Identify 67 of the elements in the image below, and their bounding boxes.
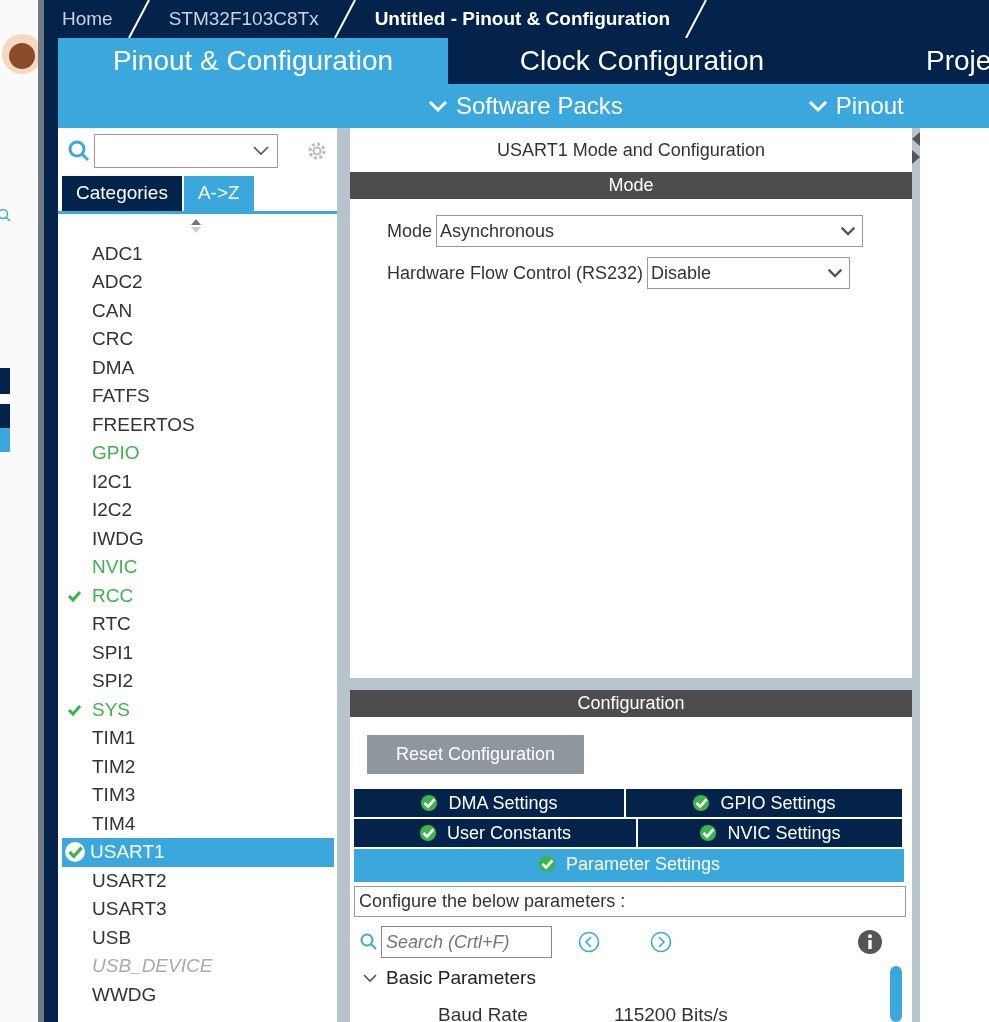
check-icon: [64, 841, 86, 864]
next-icon[interactable]: [650, 931, 672, 953]
section-header: Configuration: [350, 690, 912, 717]
list-item[interactable]: I2C2: [62, 496, 334, 525]
chevron-icon: [840, 225, 857, 237]
field-label: Mode: [387, 219, 433, 243]
check-icon: [699, 824, 718, 842]
section-header: Mode: [350, 172, 912, 199]
list-item[interactable]: TIM1: [62, 724, 334, 753]
side-bar: [0, 404, 10, 428]
chevron-icon: [827, 267, 844, 279]
check-icon: [418, 824, 437, 842]
list-item[interactable]: TIM4: [62, 809, 334, 838]
previous-icon[interactable]: [578, 931, 600, 953]
search-field[interactable]: Search (Crtl+F): [381, 926, 552, 958]
tab[interactable]: NVIC Settings: [638, 819, 902, 847]
side-bar: [0, 368, 10, 394]
breadcrumb-separator: [684, 0, 709, 38]
chevron-icon: [428, 99, 448, 113]
zoom-icon[interactable]: [0, 208, 12, 222]
list-item[interactable]: IWDG: [62, 524, 334, 553]
list-item[interactable]: RTC: [62, 610, 334, 639]
info-icon[interactable]: [858, 930, 882, 954]
caret-icon: [253, 146, 269, 156]
list-item[interactable]: USART2: [62, 866, 334, 895]
select-field[interactable]: Asynchronous: [436, 215, 864, 247]
chevron-icon: [807, 99, 828, 113]
check-icon: [420, 794, 439, 812]
tab[interactable]: DMA Settings: [354, 789, 624, 817]
group-label: Basic Parameters: [386, 966, 536, 990]
breadcrumb-item[interactable]: Home: [44, 4, 127, 34]
list-item[interactable]: SPI2: [62, 667, 334, 696]
check-icon: [537, 855, 556, 873]
list-item[interactable]: ADC1: [62, 239, 334, 268]
list-item[interactable]: CAN: [62, 296, 334, 325]
breadcrumb-separator: [332, 0, 357, 38]
description-field: Configure the below parameters :: [354, 886, 906, 917]
search-icon[interactable]: [68, 140, 90, 162]
tab[interactable]: User Constants: [354, 819, 636, 847]
param-name: Baud Rate: [438, 1002, 529, 1022]
search-dropdown[interactable]: [94, 134, 278, 168]
panel-title: USART1 Mode and Configuration: [496, 139, 766, 162]
field-label: Hardware Flow Control (RS232): [387, 261, 644, 285]
list-item[interactable]: DMA: [62, 353, 334, 382]
list-item[interactable]: TIM3: [62, 781, 334, 810]
tab[interactable]: Categories: [62, 176, 182, 211]
list-item[interactable]: CRC: [62, 325, 334, 354]
param-value: 115200 Bits/s: [614, 1002, 728, 1022]
breadcrumb-item[interactable]: Untitled - Pinout & Configuration: [356, 4, 685, 34]
scrollbar[interactable]: [890, 966, 902, 1022]
list-item[interactable]: WWDG: [62, 980, 334, 1009]
search-icon: [360, 933, 378, 951]
sort-icon[interactable]: [189, 217, 202, 234]
list-item[interactable]: USB: [62, 923, 334, 952]
list-item[interactable]: FREERTOS: [62, 410, 334, 439]
breadcrumb-item[interactable]: STM32F103C8Tx: [150, 4, 333, 34]
list-item[interactable]: SPI1: [62, 638, 334, 667]
list-item[interactable]: TIM2: [62, 752, 334, 781]
select-field[interactable]: Disable: [647, 257, 851, 289]
tab[interactable]: GPIO Settings: [626, 789, 902, 817]
list-item[interactable]: I2C1: [62, 467, 334, 496]
check-icon: [692, 794, 711, 812]
list-item[interactable]: USART3: [62, 895, 334, 924]
breadcrumb-separator: [126, 0, 151, 38]
list-item[interactable]: ADC2: [62, 268, 334, 297]
list-item[interactable]: FATFS: [62, 382, 334, 411]
side-bar: [0, 428, 10, 452]
